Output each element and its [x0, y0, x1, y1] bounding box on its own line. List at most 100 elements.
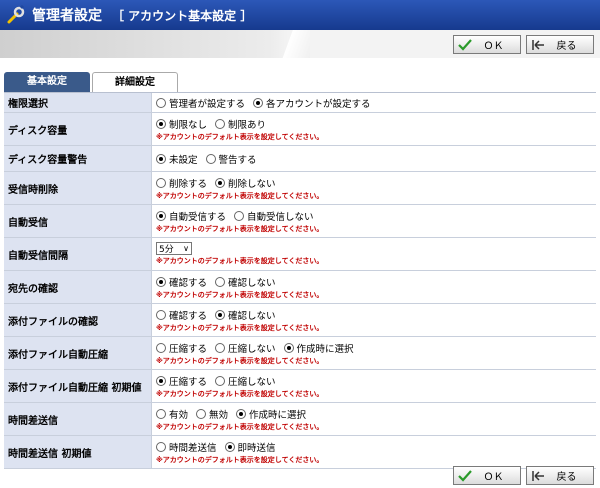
radio-unselected-icon[interactable]	[156, 441, 166, 452]
back-button-bottom[interactable]: 戻る	[526, 466, 594, 485]
default-note: ※アカウントのデフォルト表示を設定してください。	[156, 224, 324, 233]
radio-selected-icon[interactable]	[156, 276, 166, 287]
radio-unselected-icon[interactable]	[156, 97, 166, 108]
radio-unselected-icon[interactable]	[156, 309, 166, 320]
default-note: ※アカウントのデフォルト表示を設定してください。	[156, 389, 324, 398]
option-group: 5分 ∨	[156, 242, 596, 255]
radio-option[interactable]: 自動受信する	[156, 209, 226, 223]
row-controls: 確認する 確認しない ※アカウントのデフォルト表示を設定してください。	[152, 304, 596, 336]
page-title: 管理者設定	[32, 8, 102, 24]
tab-basic-settings[interactable]: 基本設定	[4, 72, 90, 92]
radio-label: 警告する	[218, 154, 257, 166]
radio-option[interactable]: 有効	[156, 407, 188, 421]
option-group: 確認する 確認しない	[156, 275, 596, 289]
radio-label: 時間差送信	[169, 442, 217, 454]
check-icon	[457, 38, 473, 51]
row-controls: 圧縮する 圧縮しない 作成時に選択 ※アカウントのデフォルト表示を設定してください。	[152, 337, 596, 369]
radio-option[interactable]: 自動受信しない	[234, 209, 314, 223]
settings-row: 受信時削除 削除する 削除しない ※アカウントのデフォルト表示を設定してください。	[4, 172, 596, 205]
radio-label: 有効	[169, 409, 189, 421]
row-label: 時間差送信	[4, 403, 152, 435]
radio-option[interactable]: 作成時に選択	[283, 341, 354, 355]
row-label: ディスク容量警告	[4, 146, 152, 171]
radio-option[interactable]: 制限あり	[215, 117, 266, 131]
radio-option[interactable]: 未設定	[156, 152, 198, 166]
row-controls: 管理者が設定する 各アカウントが設定する	[152, 93, 596, 112]
default-note: ※アカウントのデフォルト表示を設定してください。	[156, 290, 324, 299]
radio-selected-icon[interactable]	[283, 342, 294, 353]
back-label: 戻る	[556, 472, 577, 483]
radio-label: 自動受信する	[169, 211, 227, 223]
settings-row: 添付ファイルの確認 確認する 確認しない ※アカウントのデフォルト表示を設定してくださ…	[4, 304, 596, 337]
radio-option[interactable]: 警告する	[205, 152, 257, 166]
radio-label: 確認する	[169, 277, 208, 289]
radio-unselected-icon[interactable]	[156, 342, 166, 353]
radio-option[interactable]: 圧縮しない	[215, 341, 276, 355]
radio-selected-icon[interactable]	[224, 441, 235, 452]
radio-option[interactable]: 確認しない	[215, 275, 276, 289]
settings-row: 時間差送信 有効 無効 作成時に選択 ※アカウントのデフォルト表示を設定してください。	[4, 403, 596, 436]
radio-label: 各アカウントが設定する	[266, 98, 371, 110]
radio-selected-icon[interactable]	[215, 309, 226, 320]
radio-selected-icon[interactable]	[156, 210, 166, 221]
radio-selected-icon[interactable]	[156, 153, 166, 164]
radio-unselected-icon[interactable]	[196, 408, 207, 419]
radio-selected-icon[interactable]	[156, 118, 166, 129]
ok-label: ＯＫ	[483, 472, 504, 483]
radio-option[interactable]: 制限なし	[156, 117, 207, 131]
radio-selected-icon[interactable]	[236, 408, 247, 419]
tab-detail-settings[interactable]: 詳細設定	[92, 72, 178, 92]
radio-option[interactable]: 圧縮しない	[215, 374, 276, 388]
row-controls: 削除する 削除しない ※アカウントのデフォルト表示を設定してください。	[152, 172, 596, 204]
radio-unselected-icon[interactable]	[234, 210, 245, 221]
ok-button-top[interactable]: ＯＫ	[453, 35, 521, 54]
row-controls: 制限なし 制限あり ※アカウントのデフォルト表示を設定してください。	[152, 113, 596, 145]
radio-unselected-icon[interactable]	[205, 153, 216, 164]
default-note: ※アカウントのデフォルト表示を設定してください。	[156, 323, 324, 332]
radio-selected-icon[interactable]	[253, 97, 264, 108]
default-note: ※アカウントのデフォルト表示を設定してください。	[156, 422, 324, 431]
radio-option[interactable]: 管理者が設定する	[156, 96, 245, 110]
interval-select[interactable]: 5分 ∨	[156, 242, 192, 255]
radio-option[interactable]: 時間差送信	[156, 440, 217, 454]
radio-unselected-icon[interactable]	[215, 375, 226, 386]
radio-selected-icon[interactable]	[215, 177, 226, 188]
radio-option[interactable]: 圧縮する	[156, 374, 207, 388]
back-button-top[interactable]: 戻る	[526, 35, 594, 54]
radio-unselected-icon[interactable]	[215, 342, 226, 353]
option-group: 時間差送信 即時送信	[156, 440, 596, 454]
radio-option[interactable]: 即時送信	[224, 440, 276, 454]
radio-option[interactable]: 各アカウントが設定する	[253, 96, 371, 110]
radio-selected-icon[interactable]	[156, 375, 166, 386]
radio-label: 圧縮する	[169, 343, 208, 355]
radio-unselected-icon[interactable]	[215, 118, 226, 129]
radio-option[interactable]: 削除しない	[215, 176, 276, 190]
option-group: 圧縮する 圧縮しない	[156, 374, 596, 388]
radio-option[interactable]: 圧縮する	[156, 341, 207, 355]
radio-option[interactable]: 確認しない	[215, 308, 276, 322]
chevron-down-icon: ∨	[183, 244, 189, 253]
radio-option[interactable]: 無効	[196, 407, 228, 421]
row-label: ディスク容量	[4, 113, 152, 145]
ok-button-bottom[interactable]: ＯＫ	[453, 466, 521, 485]
radio-option[interactable]: 作成時に選択	[236, 407, 306, 421]
radio-unselected-icon[interactable]	[156, 177, 166, 188]
back-label: 戻る	[556, 41, 577, 52]
row-label: 宛先の確認	[4, 271, 152, 303]
row-controls: 自動受信する 自動受信しない ※アカウントのデフォルト表示を設定してください。	[152, 205, 596, 237]
row-label: 権限選択	[4, 93, 152, 112]
radio-option[interactable]: 確認する	[156, 275, 207, 289]
radio-label: 未設定	[169, 154, 198, 166]
radio-unselected-icon[interactable]	[215, 276, 226, 287]
radio-unselected-icon[interactable]	[156, 408, 166, 419]
option-group: 自動受信する 自動受信しない	[156, 209, 596, 223]
radio-option[interactable]: 削除する	[156, 176, 207, 190]
row-label: 受信時削除	[4, 172, 152, 204]
radio-option[interactable]: 確認する	[156, 308, 207, 322]
option-group: 圧縮する 圧縮しない 作成時に選択	[156, 341, 596, 355]
settings-table: 権限選択 管理者が設定する 各アカウントが設定する ディスク容量 制限なし 制限あり ※アカ…	[4, 92, 596, 469]
option-group: 削除する 削除しない	[156, 176, 596, 190]
row-label: 自動受信間隔	[4, 238, 152, 270]
option-group: 確認する 確認しない	[156, 308, 596, 322]
row-controls: 未設定 警告する	[152, 146, 596, 171]
